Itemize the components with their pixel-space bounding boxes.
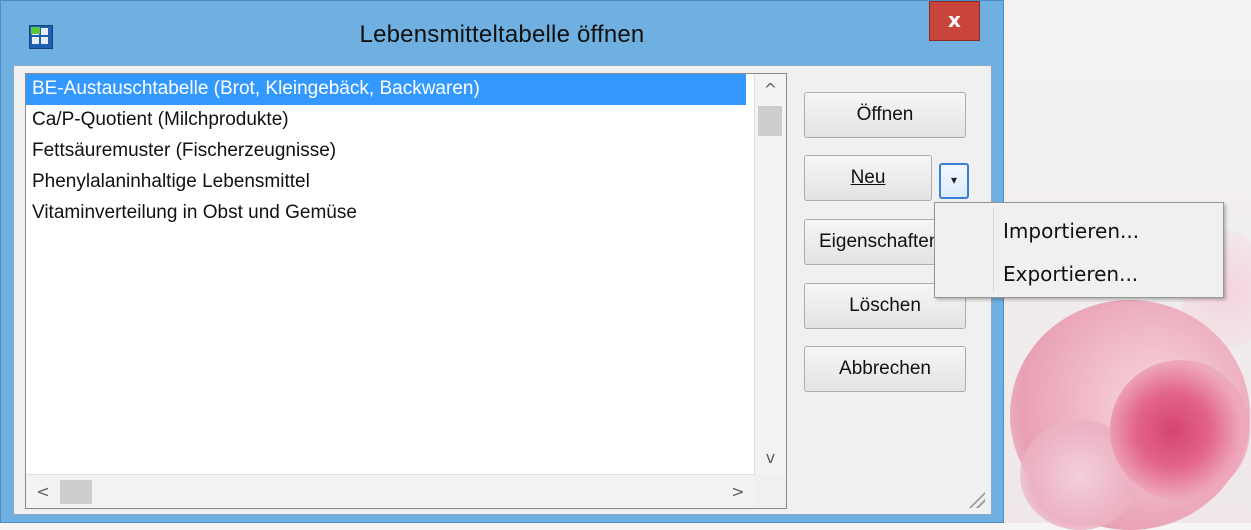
blossom-decoration [1110,360,1250,500]
dialog-client-area: BE-Austauschtabelle (Brot, Kleingebäck, … [13,65,992,515]
chevron-down-icon: ▾ [950,173,958,187]
list-items: BE-Austauschtabelle (Brot, Kleingebäck, … [26,74,746,229]
list-item[interactable]: BE-Austauschtabelle (Brot, Kleingebäck, … [26,74,746,105]
vertical-scroll-thumb[interactable] [758,106,782,136]
list-item[interactable]: Ca/P-Quotient (Milchprodukte) [26,105,746,136]
new-button[interactable]: Neu [804,155,932,201]
list-item[interactable]: Fettsäuremuster (Fischerzeugnisse) [26,136,746,167]
new-dropdown-button[interactable]: ▾ [939,163,969,199]
resize-grip-icon[interactable] [967,490,985,508]
list-item[interactable]: Phenylalaninhaltige Lebensmittel [26,167,746,198]
scroll-right-icon[interactable]: > [723,475,753,508]
cancel-button-label: Abbrechen [839,358,931,379]
open-button[interactable]: Öffnen [804,92,966,138]
scroll-up-icon[interactable]: ^ [755,76,786,103]
open-button-label: Öffnen [856,104,914,125]
close-icon: x [948,8,961,32]
scroll-left-icon[interactable]: < [28,475,58,508]
menu-item-import[interactable]: Importieren... [1003,215,1139,247]
delete-button-label: Löschen [849,295,921,316]
horizontal-scroll-thumb[interactable] [60,480,92,504]
properties-button-label: Eigenschaften [819,231,940,252]
vertical-scrollbar[interactable]: ^ v [754,74,786,475]
title-bar: Lebensmitteltabelle öffnen x [1,1,1003,69]
new-dropdown-menu: Importieren... Exportieren... [934,202,1224,298]
scroll-down-icon[interactable]: v [755,444,786,471]
menu-gutter [993,207,994,293]
horizontal-scrollbar[interactable]: < > [26,474,755,508]
menu-item-export[interactable]: Exportieren... [1003,258,1138,290]
dialog-title: Lebensmitteltabelle öffnen [359,21,645,48]
cancel-button[interactable]: Abbrechen [804,346,966,392]
table-listbox[interactable]: BE-Austauschtabelle (Brot, Kleingebäck, … [25,73,787,509]
new-button-label: Neu [850,167,886,188]
close-button[interactable]: x [929,1,980,41]
list-item[interactable]: Vitaminverteilung in Obst und Gemüse [26,198,746,229]
scrollbar-corner [755,475,786,508]
dialog-window: Lebensmitteltabelle öffnen x BE-Austausc… [0,0,1004,523]
